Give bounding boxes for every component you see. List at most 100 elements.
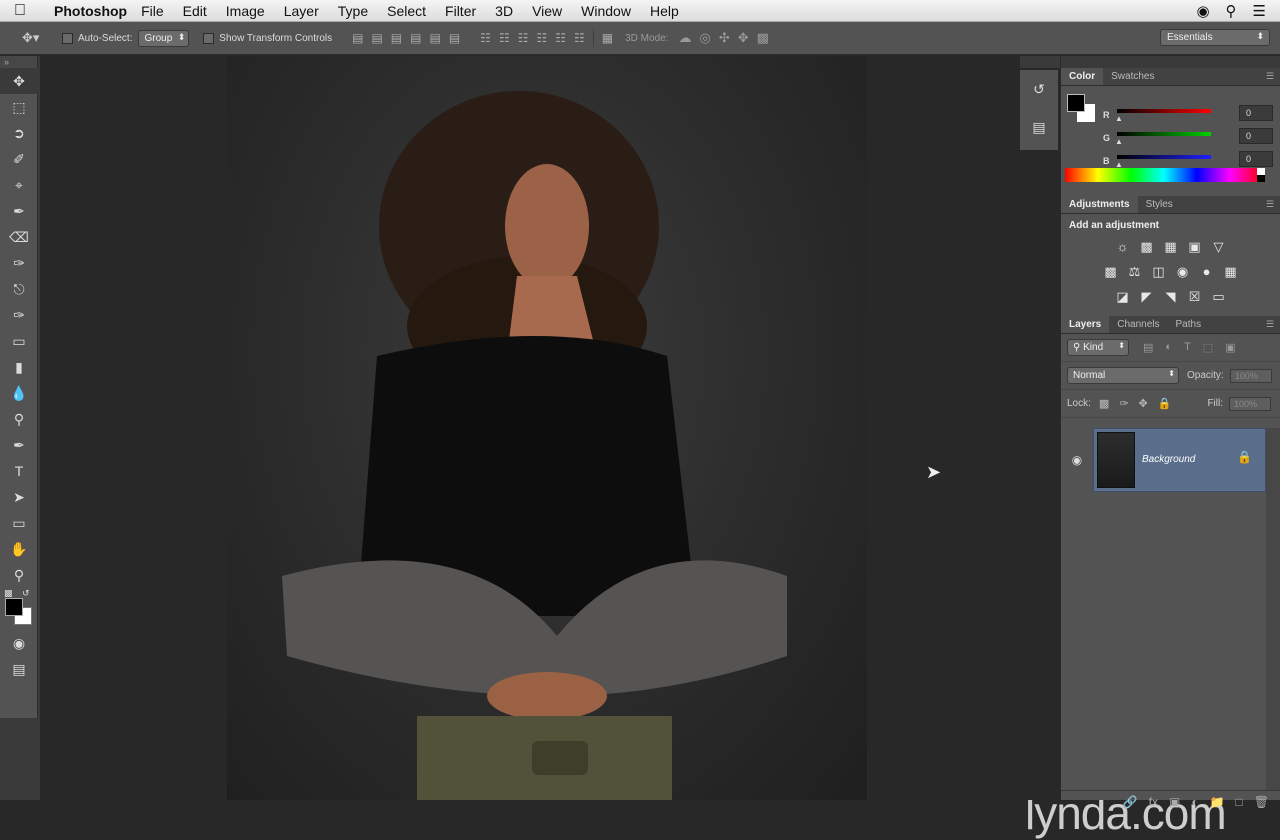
gradient-tool-icon[interactable]: ▮: [0, 354, 38, 380]
tab-color[interactable]: Color: [1061, 68, 1104, 85]
black-white-ramp[interactable]: [1257, 168, 1265, 182]
distribute-vcenter-icon[interactable]: ☷: [499, 31, 510, 45]
right-dock-grip[interactable]: [1061, 56, 1280, 68]
path-selection-tool-icon[interactable]: ➤: [0, 484, 38, 510]
auto-align-button[interactable]: ▦: [602, 31, 613, 45]
menu-view[interactable]: View: [532, 3, 562, 19]
hand-tool-icon[interactable]: ✋: [0, 536, 38, 562]
eraser-tool-icon[interactable]: ▭: [0, 328, 38, 354]
lock-position-icon[interactable]: ✥: [1139, 397, 1148, 410]
brightness-contrast-icon[interactable]: ☼: [1114, 238, 1132, 256]
app-menu-photoshop[interactable]: Photoshop: [54, 3, 127, 19]
type-tool-icon[interactable]: T: [0, 458, 38, 484]
black-white-icon[interactable]: ◫: [1150, 263, 1168, 281]
marquee-tool-icon[interactable]: ⬚: [0, 94, 38, 120]
move-tool-preset-icon[interactable]: ✥▾: [22, 30, 48, 46]
brush-tool-icon[interactable]: ✑: [0, 250, 38, 276]
link-layers-icon[interactable]: 🔗: [1123, 795, 1138, 809]
new-layer-icon[interactable]: □: [1236, 795, 1243, 809]
type-filter-icon[interactable]: T: [1184, 341, 1191, 354]
clone-stamp-tool-icon[interactable]: ⎋: [0, 276, 38, 302]
menu-type[interactable]: Type: [338, 3, 368, 19]
slider-knob-icon[interactable]: ▲: [1115, 137, 1123, 146]
menu-help[interactable]: Help: [650, 3, 679, 19]
vibrance-icon[interactable]: ▽: [1210, 238, 1228, 256]
rectangle-tool-icon[interactable]: ▭: [0, 510, 38, 536]
panel-menu-icon[interactable]: ☰: [1266, 199, 1274, 210]
color-balance-icon[interactable]: ⚖: [1126, 263, 1144, 281]
align-left-icon[interactable]: ▤: [410, 31, 421, 45]
gradient-map-icon[interactable]: ▭: [1210, 288, 1228, 306]
lock-all-icon[interactable]: 🔒: [1158, 397, 1172, 410]
history-panel-icon[interactable]: ↺: [1020, 70, 1058, 108]
align-hcenter-icon[interactable]: ▤: [429, 31, 440, 45]
tools-panel-grip[interactable]: »: [0, 56, 37, 68]
dodge-tool-icon[interactable]: ⚲: [0, 406, 38, 432]
blue-slider-track[interactable]: [1117, 155, 1211, 159]
green-value-input[interactable]: 0: [1239, 128, 1273, 144]
menu-select[interactable]: Select: [387, 3, 426, 19]
new-group-icon[interactable]: 📁: [1210, 795, 1225, 809]
notification-list-icon[interactable]: ☰: [1253, 2, 1266, 20]
threshold-icon[interactable]: ◥: [1162, 288, 1180, 306]
distribute-right-icon[interactable]: ☷: [574, 31, 585, 45]
distribute-hcenter-icon[interactable]: ☷: [555, 31, 566, 45]
color-spectrum-ramp[interactable]: [1065, 168, 1263, 182]
zoom-tool-icon[interactable]: ⚲: [0, 562, 38, 588]
move-tool-icon[interactable]: ✥: [0, 68, 38, 94]
crop-tool-icon[interactable]: ⌖: [0, 172, 38, 198]
tab-layers[interactable]: Layers: [1061, 316, 1110, 333]
red-slider[interactable]: R ▲ 0: [1103, 105, 1273, 124]
properties-panel-icon[interactable]: ▤: [1020, 108, 1058, 146]
red-slider-track[interactable]: [1117, 109, 1211, 113]
curves-icon[interactable]: ▦: [1162, 238, 1180, 256]
apple-menu-icon[interactable]: : [0, 2, 40, 20]
layer-name[interactable]: Background: [1142, 454, 1195, 465]
align-vcenter-icon[interactable]: ▤: [371, 31, 382, 45]
lock-transparent-icon[interactable]: ▩: [1099, 397, 1109, 410]
quick-selection-tool-icon[interactable]: ✐: [0, 146, 38, 172]
swap-colors-icon[interactable]: ↺: [22, 588, 30, 599]
show-transform-checkbox[interactable]: [203, 32, 215, 44]
color-lookup-icon[interactable]: ▦: [1222, 263, 1240, 281]
foreground-color-swatch[interactable]: [5, 598, 23, 616]
healing-brush-tool-icon[interactable]: ⌫: [0, 224, 38, 250]
3d-roll-icon[interactable]: ◎: [699, 30, 710, 46]
pen-tool-icon[interactable]: ✒: [0, 432, 38, 458]
history-brush-tool-icon[interactable]: ✑: [0, 302, 38, 328]
dock-grip[interactable]: [1020, 56, 1060, 68]
tab-channels[interactable]: Channels: [1109, 316, 1167, 333]
document-image[interactable]: [227, 56, 867, 800]
add-mask-icon[interactable]: ▣: [1169, 795, 1180, 809]
menu-3d[interactable]: 3D: [495, 3, 513, 19]
layer-lock-icon[interactable]: 🔒: [1237, 450, 1252, 464]
panel-menu-icon[interactable]: ☰: [1266, 71, 1274, 82]
3d-scale-icon[interactable]: ▩: [757, 30, 769, 46]
lasso-tool-icon[interactable]: ➲: [0, 120, 38, 146]
screen-mode-icon[interactable]: ▤: [0, 656, 38, 682]
menu-edit[interactable]: Edit: [183, 3, 207, 19]
levels-icon[interactable]: ▩: [1138, 238, 1156, 256]
layer-kind-filter-dropdown[interactable]: ⚲ Kind: [1067, 339, 1129, 356]
adjustment-filter-icon[interactable]: ◐: [1165, 341, 1172, 354]
slider-knob-icon[interactable]: ▲: [1115, 114, 1123, 123]
channel-mixer-icon[interactable]: ●: [1198, 263, 1216, 281]
creative-cloud-icon[interactable]: ◉: [1196, 2, 1209, 20]
panel-menu-icon[interactable]: ☰: [1266, 319, 1274, 330]
shape-filter-icon[interactable]: ⬚: [1203, 341, 1213, 354]
distribute-top-icon[interactable]: ☷: [480, 31, 491, 45]
menu-image[interactable]: Image: [226, 3, 265, 19]
workspace-dropdown[interactable]: Essentials: [1160, 29, 1270, 46]
tab-paths[interactable]: Paths: [1168, 316, 1210, 333]
3d-pan-icon[interactable]: ✣: [719, 30, 730, 46]
invert-icon[interactable]: ◪: [1114, 288, 1132, 306]
3d-orbit-icon[interactable]: ☁: [678, 30, 691, 46]
photo-filter-icon[interactable]: ◉: [1174, 263, 1192, 281]
green-slider[interactable]: G ▲ 0: [1103, 128, 1273, 147]
tab-styles[interactable]: Styles: [1138, 196, 1181, 213]
smart-object-filter-icon[interactable]: ▣: [1225, 341, 1235, 354]
tab-adjustments[interactable]: Adjustments: [1061, 196, 1138, 213]
pixel-filter-icon[interactable]: ▤: [1143, 341, 1153, 354]
red-value-input[interactable]: 0: [1239, 105, 1273, 121]
auto-select-checkbox[interactable]: [62, 32, 73, 44]
